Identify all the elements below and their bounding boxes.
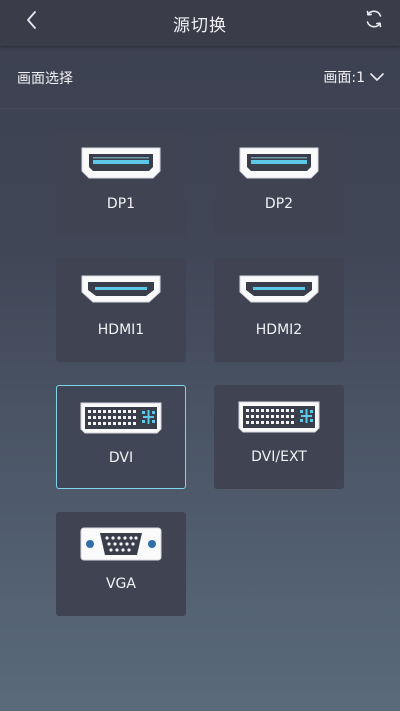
source-label: HDMI1 [97,322,145,338]
page-title: 源切换 [173,16,227,36]
source-tile-dvi-ext[interactable]: DVI/EXT [214,385,344,489]
picture-selection-label: 画面选择 [17,71,73,87]
source-label: VGA [105,576,136,592]
refresh-button[interactable] [362,7,386,31]
source-tile-dvi[interactable]: DVI [56,385,186,489]
source-tile-dp2[interactable]: DP2 [214,132,344,236]
source-label: DVI/EXT [251,449,307,465]
source-tile-vga[interactable]: VGA [56,512,186,616]
chevron-down-icon [370,73,384,81]
displayport-icon [81,147,161,179]
vga-icon [80,527,162,561]
hdmi-icon [239,275,319,303]
hdmi-icon [81,275,161,303]
picture-dropdown[interactable]: 画面:1 [323,66,384,88]
picture-dropdown-value: 画面:1 [323,70,365,86]
dvi-icon [238,401,320,433]
divider [0,108,400,109]
source-label: DP2 [264,196,294,212]
source-tile-hdmi2[interactable]: HDMI2 [214,258,344,362]
source-label: DP1 [106,196,136,212]
refresh-icon [366,10,382,28]
dvi-icon [80,402,162,434]
top-bar: 源切换 [0,0,400,46]
picture-selection-row: 画面选择 画面:1 [0,46,400,108]
source-tile-dp1[interactable]: DP1 [56,132,186,236]
source-label: DVI [108,450,134,466]
source-label: HDMI2 [255,322,303,338]
displayport-icon [239,147,319,179]
source-tile-hdmi1[interactable]: HDMI1 [56,258,186,362]
